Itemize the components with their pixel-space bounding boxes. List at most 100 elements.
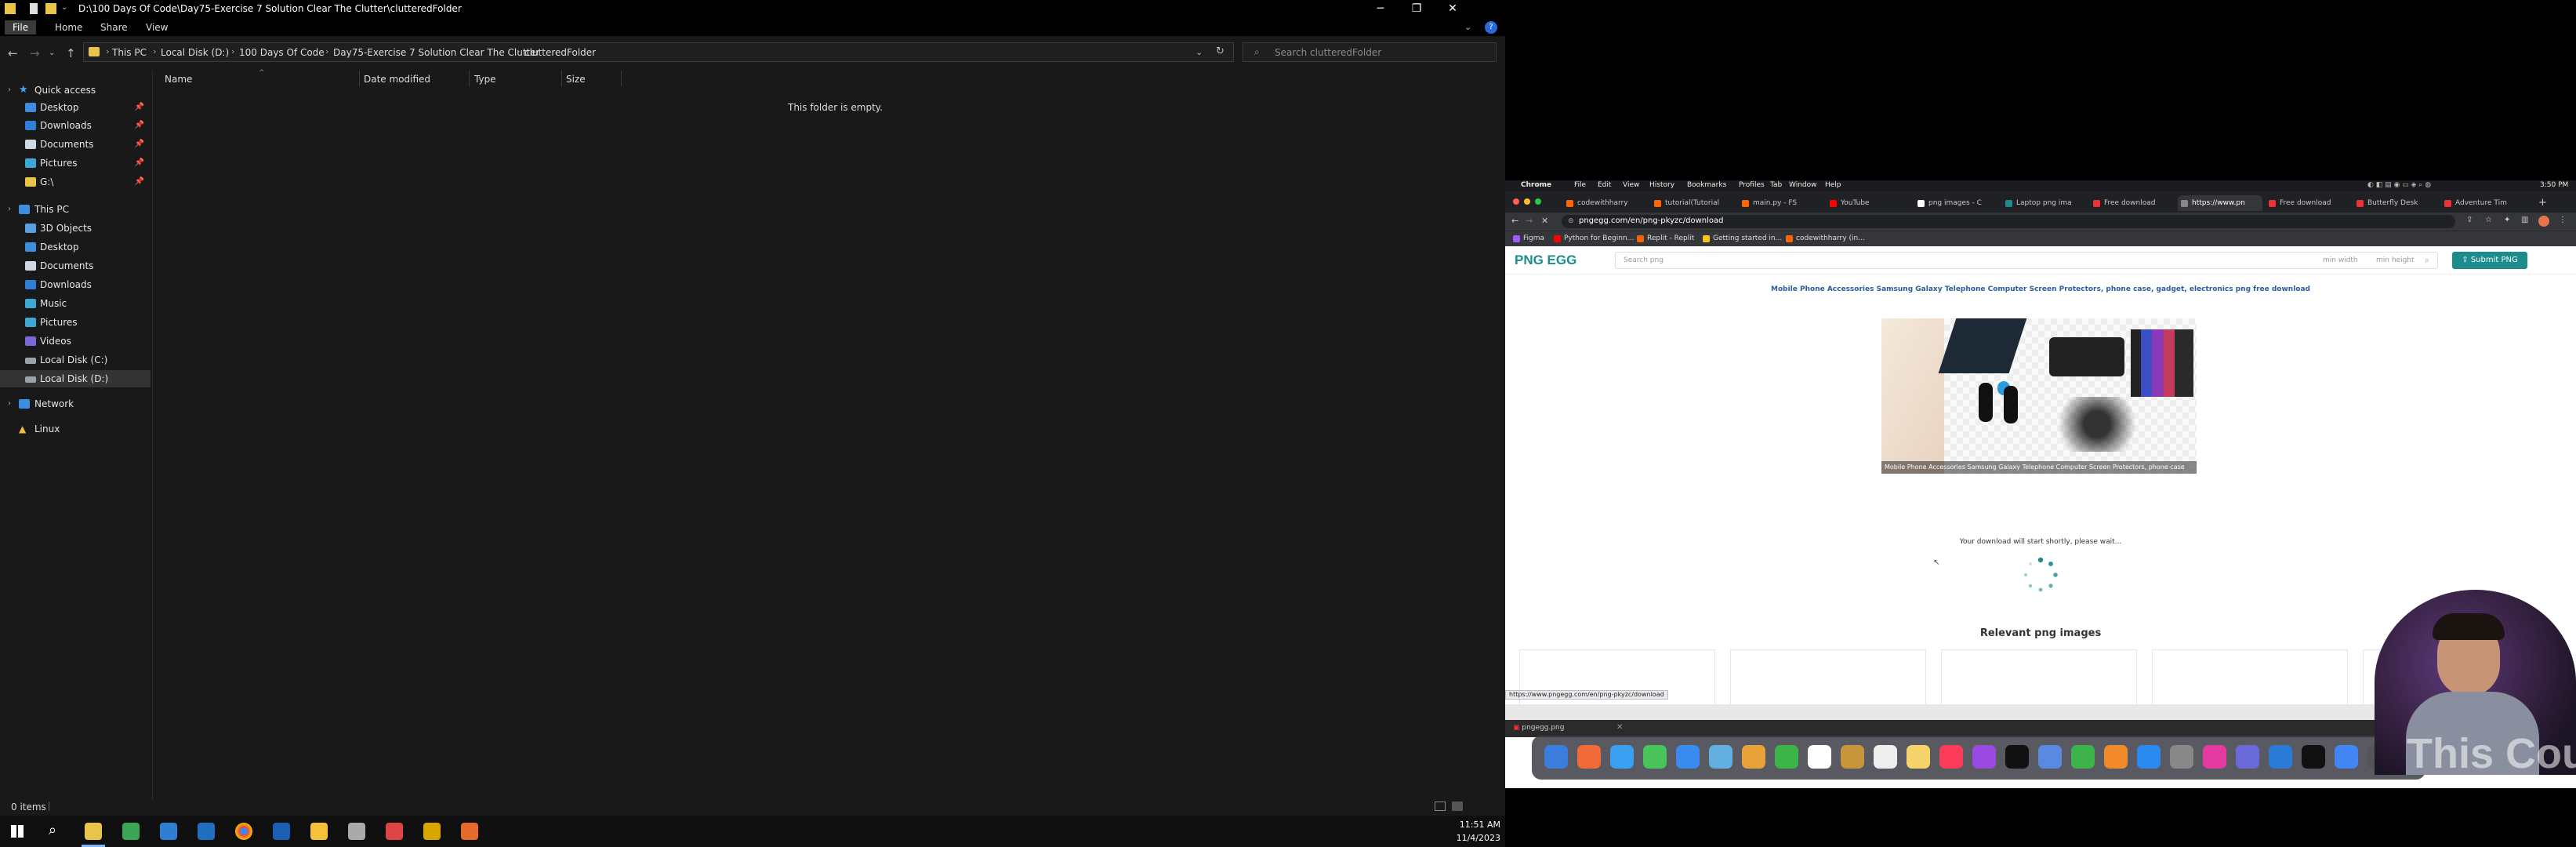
nav-3d-objects[interactable]: 3D Objects: [0, 220, 151, 237]
search-icon[interactable]: ⌕: [2425, 255, 2429, 266]
nav-quick-access[interactable]: › ★ Quick access: [0, 82, 151, 99]
minimize-window-button[interactable]: [1524, 198, 1530, 205]
app-icon[interactable]: [386, 823, 403, 840]
nav-pc-desktop[interactable]: Desktop: [0, 238, 151, 256]
back-arrow-icon[interactable]: ←: [1511, 216, 1518, 226]
relevant-png-card[interactable]: [1730, 649, 1926, 704]
forward-arrow-icon[interactable]: →: [1526, 216, 1533, 226]
breadcrumb-local-disk[interactable]: Local Disk (D:): [161, 47, 229, 58]
menu-window[interactable]: Window: [1789, 181, 1817, 189]
tab-share[interactable]: Share: [93, 20, 136, 35]
app-icon[interactable]: [348, 823, 365, 840]
breadcrumb-day75[interactable]: Day75-Exercise 7 Solution Clear The Clut…: [333, 47, 540, 58]
launchpad-icon[interactable]: [1577, 745, 1601, 769]
chevron-right-icon[interactable]: ›: [231, 46, 234, 56]
nav-this-pc[interactable]: › This PC: [0, 201, 151, 218]
terminal-icon[interactable]: [2302, 745, 2325, 769]
nav-g-drive[interactable]: G:\ 📌: [0, 173, 151, 191]
mail-icon[interactable]: [1676, 745, 1700, 769]
browser-tab-active[interactable]: https://www.pn: [2178, 195, 2262, 211]
search-input[interactable]: ⌕ Search clutteredFolder: [1243, 42, 1497, 62]
menu-edit[interactable]: Edit: [1598, 181, 1611, 189]
search-icon[interactable]: ⌕: [49, 822, 56, 838]
site-logo[interactable]: PNG EGG: [1515, 253, 1576, 268]
nav-pc-documents[interactable]: Documents: [0, 257, 151, 274]
relevant-png-card[interactable]: [1941, 649, 2137, 704]
contacts-icon[interactable]: [1841, 745, 1864, 769]
pane-divider[interactable]: [152, 71, 153, 800]
up-arrow-icon[interactable]: ↑: [66, 46, 76, 60]
chevron-right-icon[interactable]: ›: [325, 46, 328, 56]
menu-chrome[interactable]: Chrome: [1521, 181, 1551, 189]
close-icon[interactable]: ✕: [1616, 723, 1623, 732]
breadcrumb-100-days[interactable]: 100 Days Of Code: [239, 47, 325, 58]
close-window-button[interactable]: [1513, 198, 1519, 205]
bookmark[interactable]: Getting started in...: [1703, 234, 1782, 242]
reminders-icon[interactable]: [1874, 745, 1897, 769]
notepad-icon[interactable]: [122, 823, 140, 840]
nav-pc-pictures[interactable]: Pictures: [0, 314, 151, 331]
nav-documents[interactable]: Documents 📌: [0, 136, 151, 153]
browser-tab[interactable]: codewithharry: [1563, 195, 1648, 211]
column-divider[interactable]: [621, 71, 622, 86]
column-divider[interactable]: [469, 71, 470, 86]
menu-view[interactable]: View: [1623, 181, 1639, 189]
keynote-icon[interactable]: [2038, 745, 2062, 769]
breadcrumb-current-folder[interactable]: clutteredFolder: [524, 47, 596, 58]
git-icon[interactable]: [310, 823, 328, 840]
min-width-input[interactable]: min width: [2323, 256, 2358, 264]
browser-tab[interactable]: main.py - FS: [1739, 195, 1823, 211]
vscode-icon[interactable]: [2269, 745, 2292, 769]
facetime-icon[interactable]: [1775, 745, 1798, 769]
breadcrumb-this-pc[interactable]: This PC: [112, 47, 147, 58]
new-tab-plus-icon[interactable]: +: [2538, 197, 2547, 209]
browser-tab[interactable]: Adventure Tim: [2441, 195, 2526, 211]
chevron-right-icon[interactable]: ›: [8, 395, 11, 413]
browser-tab[interactable]: Free download: [2266, 195, 2350, 211]
min-height-input[interactable]: min height: [2376, 256, 2415, 264]
chevron-right-icon[interactable]: ›: [517, 46, 520, 56]
tab-view[interactable]: View: [138, 20, 176, 35]
close-button[interactable]: ✕: [1435, 0, 1471, 19]
column-size[interactable]: Size: [566, 74, 586, 86]
browser-tab[interactable]: Laptop png ima: [2002, 195, 2087, 211]
star-icon[interactable]: ☆: [2485, 216, 2492, 224]
bookmark[interactable]: Replit - Replit: [1637, 234, 1694, 242]
menu-file[interactable]: File: [1574, 181, 1586, 189]
large-icons-view-icon[interactable]: [1452, 802, 1463, 811]
browser-tab[interactable]: YouTube: [1827, 195, 1911, 211]
forward-arrow-icon[interactable]: →: [30, 46, 40, 60]
png-title[interactable]: Mobile Phone Accessories Samsung Galaxy …: [1505, 285, 2576, 293]
app-icon[interactable]: [423, 823, 441, 840]
safari-icon[interactable]: [1610, 745, 1634, 769]
windows-start-icon[interactable]: [11, 825, 24, 838]
finder-icon[interactable]: [1544, 745, 1568, 769]
file-explorer-icon[interactable]: [85, 823, 102, 840]
nav-local-disk-d[interactable]: Local Disk (D:): [0, 370, 151, 387]
back-arrow-icon[interactable]: ←: [8, 46, 18, 60]
zoom-window-button[interactable]: [1535, 198, 1541, 205]
app-icon[interactable]: [2236, 745, 2259, 769]
menu-help[interactable]: Help: [1825, 181, 1841, 189]
maps-icon[interactable]: [1709, 745, 1732, 769]
column-name[interactable]: Name: [165, 74, 192, 86]
nav-linux[interactable]: ▲ Linux: [0, 420, 151, 438]
recent-chevron-icon[interactable]: ⌄: [49, 49, 55, 57]
nav-music[interactable]: Music: [0, 295, 151, 312]
profile-avatar[interactable]: [2538, 216, 2549, 227]
system-clock[interactable]: 11:51 AM 11/4/2023: [1457, 818, 1500, 845]
chevron-down-icon[interactable]: ⌄: [1195, 47, 1203, 57]
column-date-modified[interactable]: Date modified: [364, 74, 430, 86]
chevron-down-icon[interactable]: ⌄: [61, 3, 67, 14]
browser-tab[interactable]: Butterfly Desk: [2353, 195, 2438, 211]
calendar-icon[interactable]: [1808, 745, 1831, 769]
download-file[interactable]: ▣ pngegg.png: [1513, 724, 1564, 732]
tab-home[interactable]: Home: [47, 20, 90, 35]
bookmark[interactable]: Figma: [1513, 234, 1544, 242]
nav-pc-downloads[interactable]: Downloads: [0, 276, 151, 293]
app-store-icon[interactable]: [2137, 745, 2161, 769]
pages-icon[interactable]: [2104, 745, 2128, 769]
settings-icon[interactable]: [2170, 745, 2193, 769]
more-menu-icon[interactable]: ⋮: [2559, 216, 2567, 224]
nav-desktop[interactable]: Desktop 📌: [0, 99, 151, 116]
